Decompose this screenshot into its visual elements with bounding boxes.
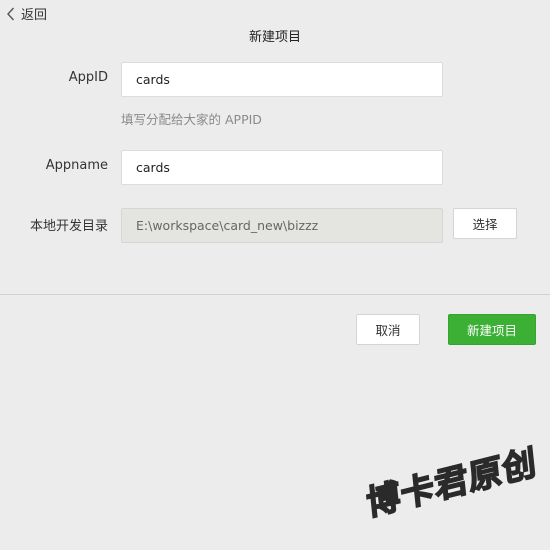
- create-project-button[interactable]: 新建项目: [448, 314, 536, 345]
- local-dir-input: E:\workspace\card_new\bizzz: [121, 208, 443, 243]
- chevron-left-icon: [6, 7, 15, 21]
- appid-input[interactable]: cards: [121, 62, 443, 97]
- back-label: 返回: [21, 8, 48, 23]
- appid-hint: 填写分配给大家的 APPID: [121, 112, 262, 127]
- choose-dir-button[interactable]: 选择: [453, 208, 517, 239]
- local-dir-value: E:\workspace\card_new\bizzz: [136, 218, 319, 233]
- page-title: 新建项目: [248, 30, 301, 45]
- appid-label: AppID: [68, 70, 108, 85]
- local-dir-label: 本地开发目录: [29, 219, 108, 234]
- appname-value: cards: [136, 160, 170, 175]
- back-link[interactable]: 返回: [6, 4, 47, 23]
- appid-value: cards: [136, 72, 170, 87]
- appname-input[interactable]: cards: [121, 150, 443, 185]
- watermark-text: 博卡君原创: [366, 442, 539, 522]
- create-project-label: 新建项目: [466, 323, 517, 338]
- divider: [0, 294, 550, 295]
- cancel-button[interactable]: 取消: [356, 314, 420, 345]
- appname-label: Appname: [45, 158, 108, 173]
- watermark: 博卡君原创: [366, 442, 540, 522]
- cancel-label: 取消: [375, 323, 401, 338]
- choose-dir-label: 选择: [472, 217, 498, 232]
